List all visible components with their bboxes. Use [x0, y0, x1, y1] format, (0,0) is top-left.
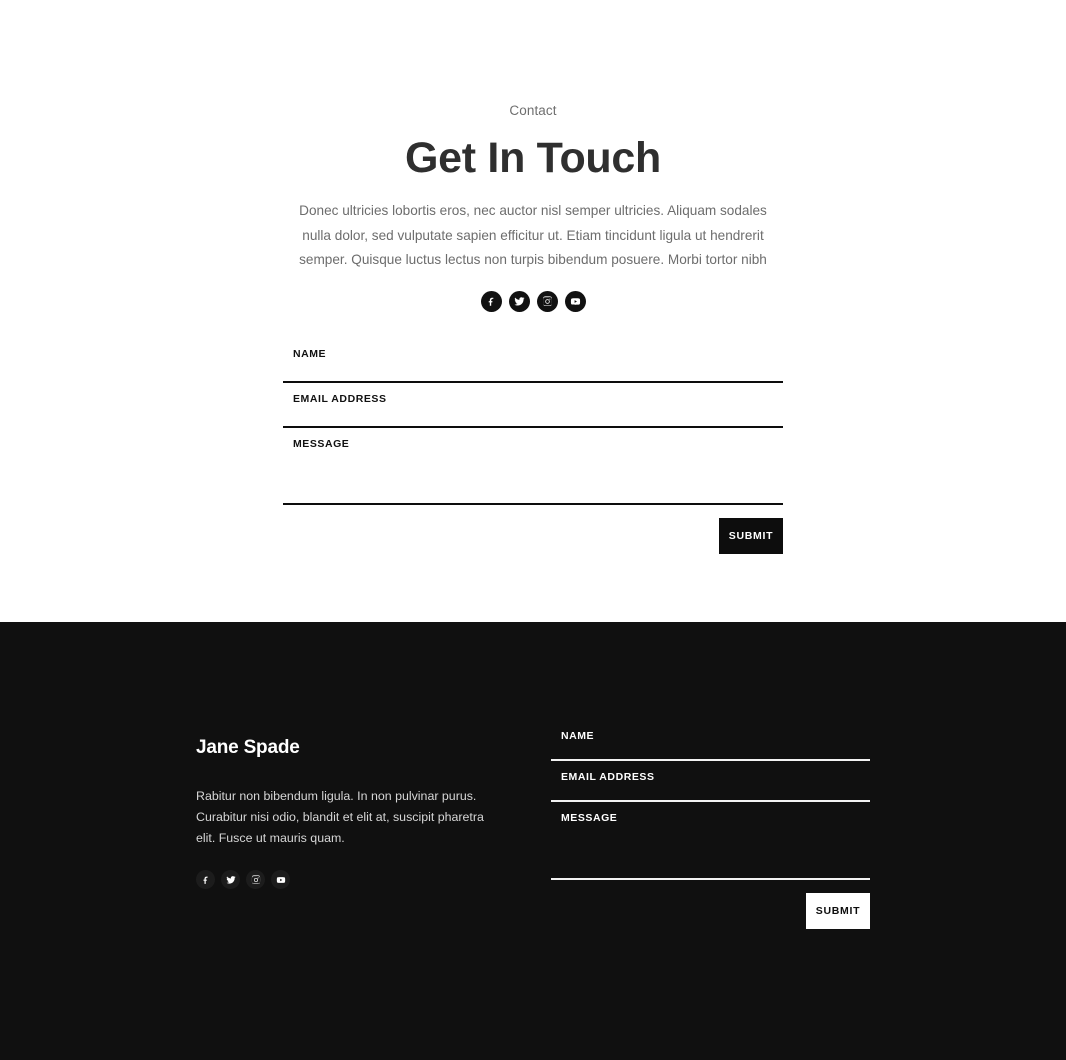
social-link-twitter[interactable] — [508, 290, 530, 312]
footer-name-field-wrapper: NAME — [551, 720, 870, 761]
contact-container: Contact Get In Touch Donec ultricies lob… — [283, 0, 783, 554]
name-field-wrapper: NAME — [283, 337, 783, 383]
brand-name: Jane Spade — [196, 737, 300, 758]
social-link-youtube[interactable] — [564, 290, 586, 312]
email-input[interactable] — [283, 382, 783, 426]
email-field-wrapper: EMAIL ADDRESS — [283, 382, 783, 428]
footer-social-link-twitter[interactable] — [221, 870, 240, 890]
footer-email-field-wrapper: EMAIL ADDRESS — [551, 761, 870, 802]
footer-social-link-facebook[interactable] — [196, 870, 215, 890]
footer-submit-row: SUBMIT — [551, 893, 870, 929]
message-textarea[interactable] — [283, 427, 783, 503]
footer-brand-column: Jane Spade Rabitur non bibendum ligula. … — [196, 720, 496, 929]
section-description: Donec ultricies lobortis eros, nec aucto… — [299, 203, 767, 267]
footer-social-links — [196, 870, 496, 890]
social-links — [283, 290, 783, 312]
message-field-wrapper: MESSAGE — [283, 427, 783, 505]
footer-submit-button[interactable]: SUBMIT — [806, 893, 870, 929]
footer-grid: Jane Spade Rabitur non bibendum ligula. … — [196, 720, 870, 929]
contact-form: NAME EMAIL ADDRESS MESSAGE SUBMIT — [283, 337, 783, 554]
facebook-icon — [486, 296, 497, 307]
footer-form-column: NAME EMAIL ADDRESS MESSAGE SUBMIT — [551, 720, 870, 929]
section-eyebrow: Contact — [509, 103, 557, 118]
footer-about-text: Rabitur non bibendum ligula. In non pulv… — [196, 789, 484, 845]
footer-message-textarea[interactable] — [551, 802, 870, 878]
social-link-instagram[interactable] — [536, 290, 558, 312]
facebook-icon — [201, 875, 211, 885]
instagram-icon — [251, 875, 261, 885]
footer-section: Jane Spade Rabitur non bibendum ligula. … — [0, 622, 1066, 1060]
name-input[interactable] — [283, 337, 783, 381]
twitter-icon — [513, 296, 525, 307]
youtube-icon — [276, 875, 286, 885]
footer-social-link-youtube[interactable] — [271, 870, 290, 890]
contact-section: Contact Get In Touch Donec ultricies lob… — [0, 0, 1066, 622]
footer-message-field-wrapper: MESSAGE — [551, 802, 870, 880]
youtube-icon — [570, 296, 581, 307]
footer-social-link-instagram[interactable] — [246, 870, 265, 890]
footer-contact-form: NAME EMAIL ADDRESS MESSAGE SUBMIT — [551, 720, 870, 929]
page-title: Get In Touch — [405, 133, 661, 182]
submit-row: SUBMIT — [283, 517, 783, 554]
submit-button[interactable]: SUBMIT — [719, 517, 783, 554]
social-link-facebook[interactable] — [480, 290, 502, 312]
instagram-icon — [542, 296, 553, 307]
footer-email-input[interactable] — [551, 761, 870, 800]
footer-name-input[interactable] — [551, 720, 870, 759]
twitter-icon — [225, 875, 236, 885]
